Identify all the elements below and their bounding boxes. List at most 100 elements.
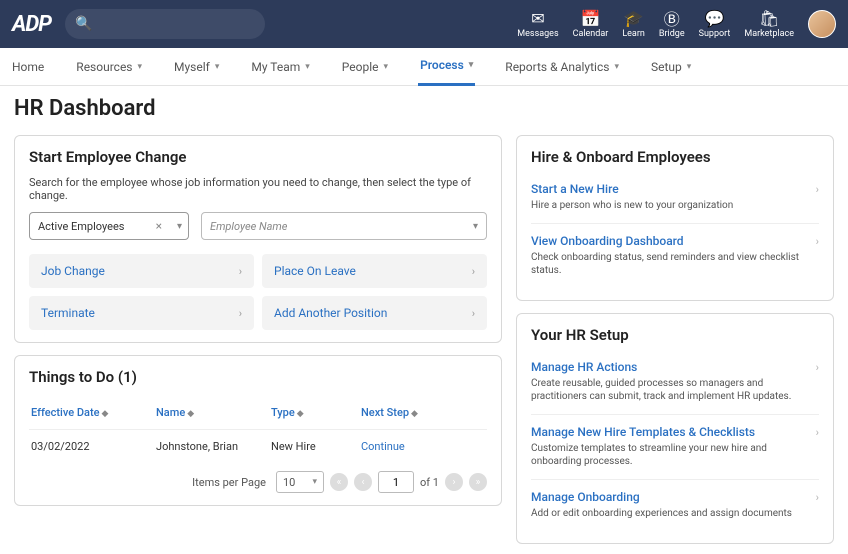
topnav-label: Bridge bbox=[659, 29, 685, 39]
topbar: ADP 🔍 ✉Messages📅Calendar🎓LearnⒷBridge💬Su… bbox=[0, 0, 848, 48]
action-label: Place On Leave bbox=[274, 264, 356, 278]
sort-icon: ◆ bbox=[297, 409, 304, 419]
main-nav: HomeResources▾Myself▾My Team▾People▾Proc… bbox=[0, 48, 848, 86]
chevron-right-icon: › bbox=[472, 265, 475, 278]
setup-link[interactable]: Manage Onboarding› bbox=[531, 490, 819, 504]
topnav-label: Learn bbox=[622, 29, 645, 39]
page-next-button[interactable]: › bbox=[445, 473, 463, 491]
employee-name-input[interactable]: Employee Name ▾ bbox=[201, 212, 487, 240]
hire-link-row: Start a New Hire›Hire a person who is ne… bbox=[531, 176, 819, 223]
topnav-learn[interactable]: 🎓 Learn bbox=[622, 9, 645, 39]
nav-reports-analytics[interactable]: Reports & Analytics ▾ bbox=[503, 48, 621, 86]
chevron-right-icon: › bbox=[816, 426, 819, 439]
link-label: Manage New Hire Templates & Checklists bbox=[531, 425, 755, 439]
page-last-button[interactable]: » bbox=[469, 473, 487, 491]
topnav-marketplace[interactable]: 🛍 Marketplace bbox=[744, 9, 794, 39]
hire-link[interactable]: Start a New Hire › bbox=[531, 182, 819, 196]
topnav-label: Marketplace bbox=[744, 29, 794, 39]
page-number-input[interactable] bbox=[378, 471, 414, 493]
topnav-label: Calendar bbox=[573, 29, 609, 39]
marketplace-icon: 🛍 bbox=[759, 9, 779, 27]
action-job-change[interactable]: Job Change› bbox=[29, 254, 254, 288]
nav-label: My Team bbox=[251, 60, 300, 74]
link-label: View Onboarding Dashboard bbox=[531, 234, 684, 248]
chevron-down-icon: ▾ bbox=[384, 62, 389, 72]
col-next-step[interactable]: Next Step◆ bbox=[359, 402, 487, 423]
topnav-calendar[interactable]: 📅Calendar bbox=[573, 9, 609, 39]
change-actions-grid: Job Change› Place On Leave › Terminate›Add … bbox=[29, 254, 487, 330]
start-change-title: Start Employee Change bbox=[29, 148, 487, 166]
topnav-support[interactable]: 💬Support bbox=[699, 9, 731, 39]
topnav-messages[interactable]: ✉ Messages bbox=[517, 9, 558, 39]
top-right-nav: ✉ Messages 📅Calendar 🎓 Learn Ⓑ Bridge 💬Support 🛍… bbox=[517, 9, 836, 39]
avatar[interactable] bbox=[808, 10, 836, 38]
chevron-down-icon: ▾ bbox=[614, 62, 619, 72]
page-prev-button[interactable]: ‹ bbox=[354, 473, 372, 491]
link-label: Manage HR Actions bbox=[531, 360, 637, 374]
hire-title: Hire & Onboard Employees bbox=[531, 148, 819, 166]
setup-link[interactable]: Manage HR Actions› bbox=[531, 360, 819, 374]
nav-label: Reports & Analytics bbox=[505, 60, 609, 74]
hire-onboard-card: Hire & Onboard Employees Start a New Hir… bbox=[516, 135, 834, 301]
search-wrap: 🔍 bbox=[65, 9, 265, 39]
sort-icon: ◆ bbox=[187, 409, 194, 419]
page-of-label: of 1 bbox=[420, 476, 439, 489]
chevron-down-icon: ▾ bbox=[473, 221, 478, 232]
learn-icon: 🎓 bbox=[624, 9, 644, 27]
setup-title: Your HR Setup bbox=[531, 326, 819, 344]
nav-people[interactable]: People ▾ bbox=[340, 48, 390, 86]
hire-link[interactable]: View Onboarding Dashboard › bbox=[531, 234, 819, 248]
start-employee-change-card: Start Employee Change Search for the emp… bbox=[14, 135, 502, 343]
topnav-label: Messages bbox=[517, 29, 558, 39]
clear-filter-icon[interactable]: × bbox=[156, 219, 162, 233]
setup-link[interactable]: Manage New Hire Templates & Checklists › bbox=[531, 425, 819, 439]
chevron-down-icon: ▾ bbox=[305, 62, 310, 72]
cell-date: 03/02/2022 bbox=[29, 436, 154, 457]
hire-link-row: View Onboarding Dashboard › Check onboardi… bbox=[531, 223, 819, 288]
col-effective-date[interactable]: Effective Date◆ bbox=[29, 402, 154, 423]
hr-setup-card: Your HR Setup Manage HR Actions›Create r… bbox=[516, 313, 834, 544]
employee-name-placeholder: Employee Name bbox=[210, 220, 287, 233]
chevron-right-icon: › bbox=[816, 235, 819, 248]
left-column: Start Employee Change Search for the emp… bbox=[14, 135, 502, 544]
support-icon: 💬 bbox=[705, 9, 725, 27]
topnav-bridge[interactable]: Ⓑ Bridge bbox=[659, 9, 685, 39]
nav-label: Process bbox=[420, 58, 464, 72]
col-type[interactable]: Type◆ bbox=[269, 402, 359, 423]
link-desc: Check onboarding status, send reminders … bbox=[531, 251, 819, 277]
nav-home[interactable]: Home bbox=[10, 48, 46, 86]
sort-icon: ◆ bbox=[102, 409, 109, 419]
nav-resources[interactable]: Resources▾ bbox=[74, 48, 144, 86]
nav-setup[interactable]: Setup▾ bbox=[649, 48, 693, 86]
action-terminate[interactable]: Terminate› bbox=[29, 296, 254, 330]
search-icon: 🔍 bbox=[75, 16, 92, 32]
nav-process[interactable]: Process ▾ bbox=[418, 48, 475, 86]
todo-table: Effective Date◆ Name◆ Type◆ Next Step◆ 0… bbox=[29, 396, 487, 463]
chevron-down-icon: ▾ bbox=[312, 477, 317, 487]
bridge-icon: Ⓑ bbox=[664, 9, 680, 27]
chevron-right-icon: › bbox=[816, 183, 819, 196]
chevron-down-icon: ▾ bbox=[177, 221, 182, 232]
messages-icon: ✉ bbox=[531, 9, 544, 27]
things-to-do-card: Things to Do (1) Effective Date◆ Name◆ T… bbox=[14, 355, 502, 506]
search-input[interactable] bbox=[65, 9, 265, 39]
employee-filter-select[interactable]: Active Employees × ▾ bbox=[29, 212, 189, 240]
action-add-another-position[interactable]: Add Another Position› bbox=[262, 296, 487, 330]
action-place-on-leave[interactable]: Place On Leave › bbox=[262, 254, 487, 288]
employee-filter-value: Active Employees bbox=[38, 220, 124, 233]
chevron-down-icon: ▾ bbox=[469, 60, 474, 70]
link-desc: Add or edit onboarding experiences and a… bbox=[531, 507, 819, 520]
pager-label: Items per Page bbox=[192, 476, 266, 489]
nav-my-team[interactable]: My Team ▾ bbox=[249, 48, 311, 86]
next-step-link[interactable]: Continue bbox=[361, 440, 405, 453]
page-size-select[interactable]: 10 ▾ bbox=[276, 471, 324, 493]
col-name[interactable]: Name◆ bbox=[154, 402, 269, 423]
chevron-right-icon: › bbox=[472, 307, 475, 320]
chevron-down-icon: ▾ bbox=[215, 62, 220, 72]
page-title: HR Dashboard bbox=[0, 86, 848, 125]
nav-myself[interactable]: Myself▾ bbox=[172, 48, 221, 86]
right-column: Hire & Onboard Employees Start a New Hir… bbox=[516, 135, 834, 544]
link-label: Start a New Hire bbox=[531, 182, 619, 196]
nav-label: People bbox=[342, 60, 379, 74]
page-first-button[interactable]: « bbox=[330, 473, 348, 491]
